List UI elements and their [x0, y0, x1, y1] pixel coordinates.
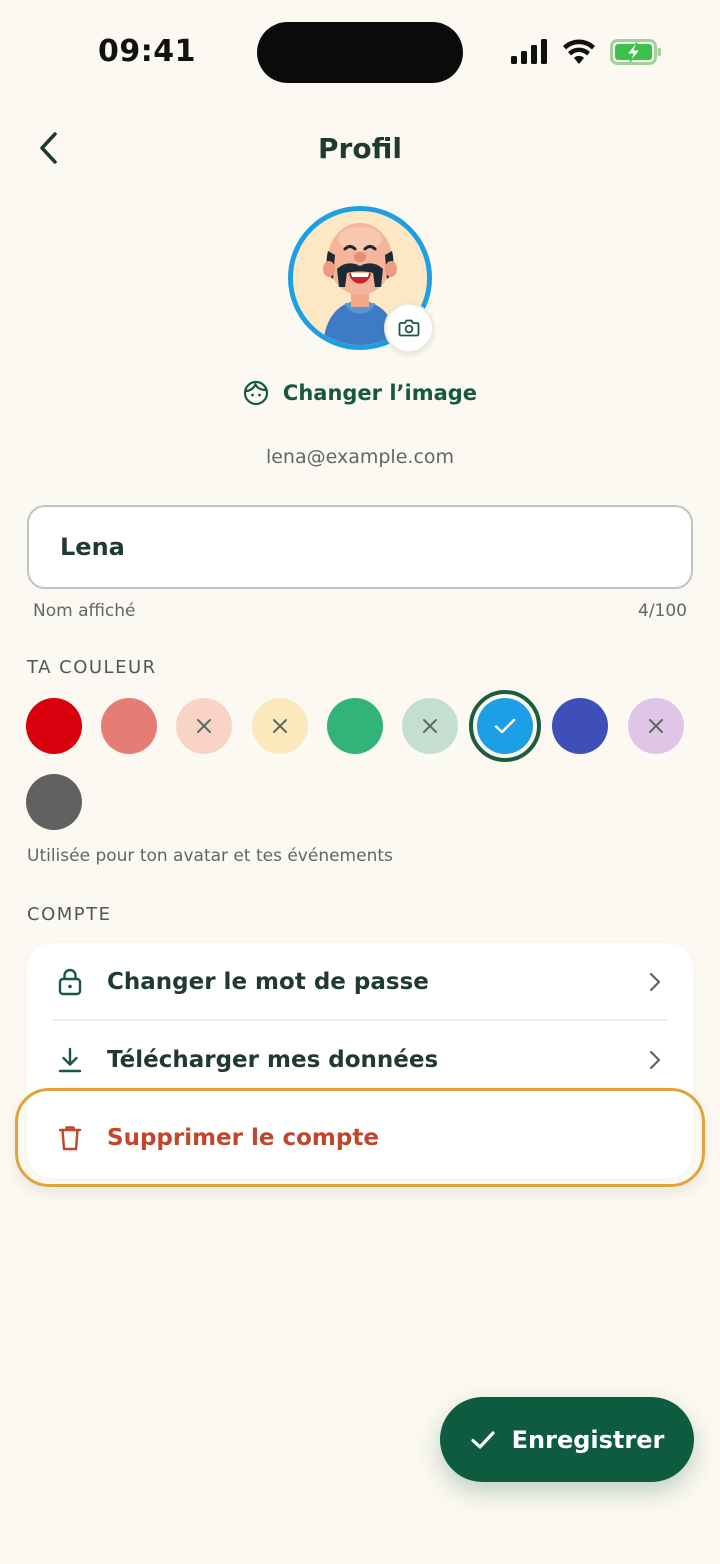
display-name-input[interactable]: [27, 505, 693, 589]
account-section-label: COMPTE: [27, 904, 112, 925]
save-button[interactable]: Enregistrer: [440, 1397, 694, 1482]
change-photo-button[interactable]: [384, 303, 434, 353]
check-icon: [494, 718, 516, 734]
color-swatch: [627, 698, 684, 754]
close-icon: [197, 719, 212, 733]
user-email: lena@example.com: [265, 446, 455, 468]
status-icons: [510, 36, 662, 68]
status-time: 09:41: [98, 34, 196, 69]
chevron-right-icon: [643, 1048, 667, 1072]
color-swatch: [402, 698, 458, 754]
color-section-label: TA COULEUR: [27, 657, 157, 678]
save-button-label: Enregistrer: [511, 1425, 665, 1454]
face-icon: [243, 380, 269, 406]
page-title: Profil: [318, 132, 402, 165]
trash-icon: [54, 1122, 86, 1154]
camera-icon: [398, 319, 420, 337]
delete-account-row[interactable]: Supprimer le compte: [27, 1099, 693, 1177]
signal-icon: [511, 39, 547, 64]
color-swatch: [251, 698, 308, 754]
dynamic-island: [257, 22, 463, 83]
close-icon: [648, 719, 663, 733]
color-hint: Utilisée pour ton avatar et tes événemen…: [27, 846, 393, 866]
change-password-row[interactable]: Changer le mot de passe: [27, 943, 693, 1021]
check-icon: [471, 1430, 495, 1449]
color-swatch[interactable]: [552, 698, 609, 754]
battery-charging-icon: [610, 39, 661, 65]
color-swatch[interactable]: [101, 698, 158, 754]
delete-account-label: Supprimer le compte: [107, 1125, 379, 1151]
change-image-label: Changer l’image: [282, 381, 478, 405]
close-icon: [423, 719, 437, 733]
color-swatch[interactable]: [26, 698, 82, 754]
change-password-label: Changer le mot de passe: [107, 969, 429, 995]
change-image-link[interactable]: Changer l’image: [0, 380, 720, 406]
wifi-icon: [563, 39, 595, 64]
color-swatch[interactable]: [26, 774, 82, 830]
color-swatch[interactable]: [326, 698, 383, 754]
color-swatch[interactable]: [469, 690, 542, 762]
download-data-label: Télécharger mes données: [107, 1047, 439, 1073]
color-swatch: [176, 698, 233, 754]
name-field-helper: Nom affiché: [33, 601, 136, 621]
close-icon: [272, 719, 287, 733]
download-icon: [54, 1044, 86, 1076]
chevron-right-icon: [643, 970, 667, 994]
lock-icon: [54, 966, 86, 998]
name-field-counter: 4/100: [638, 601, 687, 621]
